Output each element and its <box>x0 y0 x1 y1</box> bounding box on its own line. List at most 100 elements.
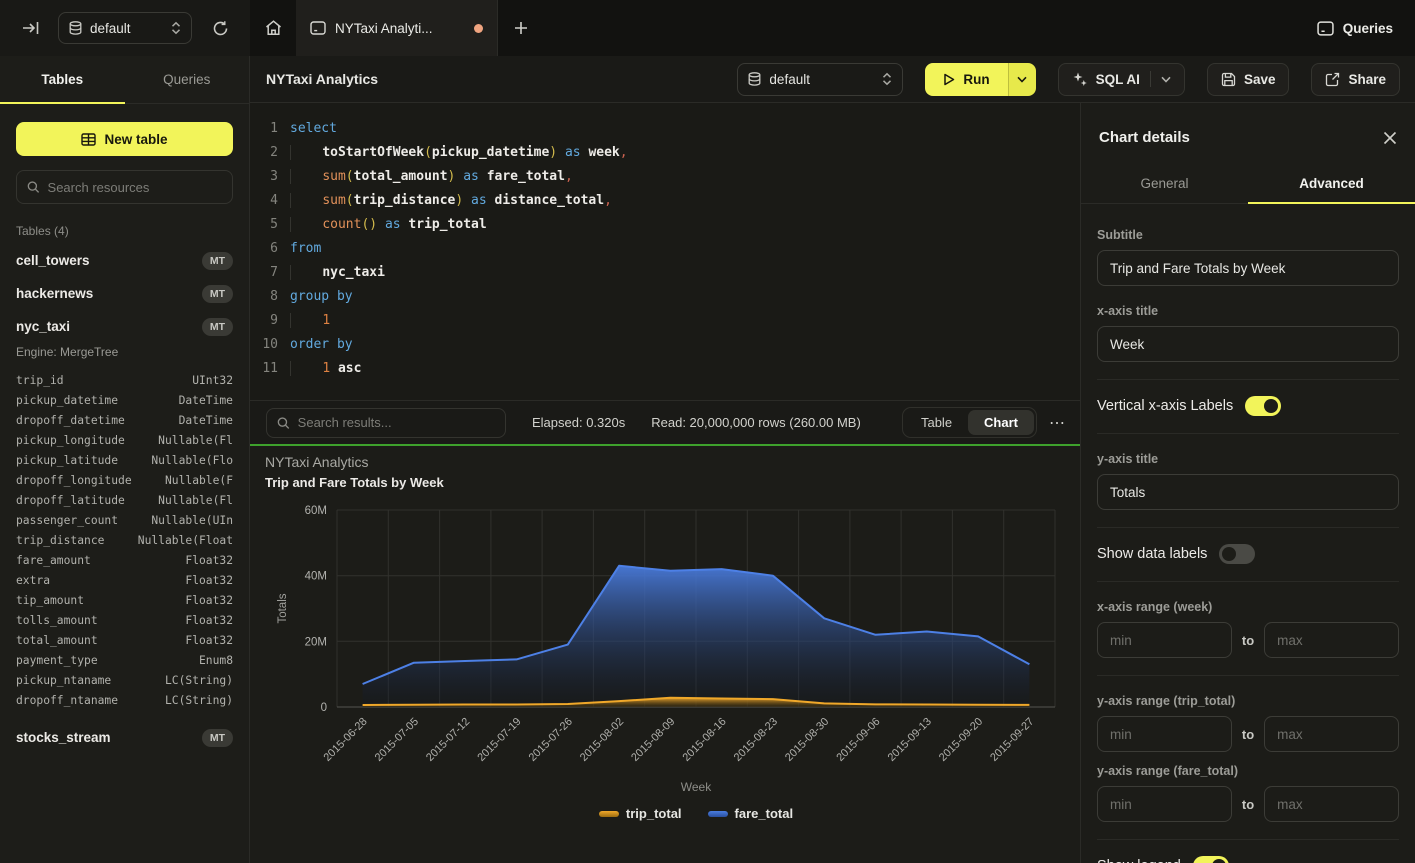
console-icon <box>1317 21 1334 36</box>
legend-label: fare_total <box>735 806 794 821</box>
section-divider <box>1097 675 1399 676</box>
line-code: sum(total_amount) as fare_total, <box>290 165 573 189</box>
sql-ai-button[interactable]: SQL AI <box>1058 63 1185 96</box>
line-number: 7 <box>250 261 278 285</box>
save-button-label: Save <box>1244 72 1276 87</box>
x-range-max-input[interactable] <box>1277 633 1386 648</box>
engine-badge: MT <box>202 285 233 303</box>
chart-plot[interactable]: Totals 020M40M60M2015-06-282015-07-05201… <box>250 446 1080 863</box>
svg-text:60M: 60M <box>305 505 327 517</box>
editor-line: 1select <box>250 117 1080 141</box>
x-axis-title-input[interactable] <box>1110 337 1386 352</box>
tab-nytaxi-analytics[interactable]: NYTaxi Analyti... <box>296 0 498 56</box>
column-type: Float32 <box>185 571 233 591</box>
column-type: UInt32 <box>192 371 233 391</box>
chart-details-panel: Chart details General Advanced Subtitle … <box>1080 103 1415 863</box>
refresh-icon <box>212 20 229 37</box>
line-code: 1 <box>290 309 330 333</box>
line-code: group by <box>290 285 353 309</box>
sql-editor[interactable]: 1select2 toStartOfWeek(pickup_datetime) … <box>250 103 1080 400</box>
chevron-down-icon[interactable] <box>1161 76 1171 83</box>
run-button[interactable]: Run <box>925 63 1007 96</box>
view-toggle-chart[interactable]: Chart <box>968 410 1034 435</box>
vertical-x-labels-label: Vertical x-axis Labels <box>1097 398 1233 414</box>
svg-text:2015-08-09: 2015-08-09 <box>629 716 677 764</box>
home-button[interactable] <box>250 0 296 56</box>
legend-item-fare_total[interactable]: fare_total <box>708 806 794 821</box>
table-name: cell_towers <box>16 253 202 268</box>
y-range-trip-max-input[interactable] <box>1277 727 1386 742</box>
table-columns: trip_idUInt32pickup_datetimeDateTimedrop… <box>0 367 249 721</box>
close-panel-button[interactable] <box>1383 131 1397 145</box>
view-toggle-table[interactable]: Table <box>905 410 968 435</box>
legend-item-trip_total[interactable]: trip_total <box>599 806 682 821</box>
column-type: DateTime <box>179 411 233 431</box>
column-type: DateTime <box>179 391 233 411</box>
sidebar-tab-queries[interactable]: Queries <box>125 56 250 103</box>
table-row[interactable]: nyc_taxiMT <box>0 310 249 343</box>
table-row[interactable]: hackernewsMT <box>0 277 249 310</box>
line-code: 1 asc <box>290 357 361 381</box>
sidebar: Tables Queries New table Tables (4) cell… <box>0 56 250 863</box>
y-axis-title-input[interactable] <box>1110 485 1386 500</box>
run-options-button[interactable] <box>1008 63 1036 96</box>
chart-legend: trip_total fare_total <box>337 806 1055 821</box>
database-icon <box>69 21 82 36</box>
sidebar-search-input[interactable] <box>48 180 222 195</box>
queries-button[interactable]: Queries <box>1317 21 1393 36</box>
top-bar: default NYTaxi Analyti... Queri <box>0 0 1415 56</box>
app-root: default NYTaxi Analyti... Queri <box>0 0 1415 863</box>
run-button-group: Run <box>925 63 1035 96</box>
y-axis-title-field-label: y-axis title <box>1097 452 1399 466</box>
sidebar-search[interactable] <box>16 170 233 204</box>
section-divider <box>1097 379 1399 380</box>
share-button[interactable]: Share <box>1311 63 1400 96</box>
chevron-up-down-icon <box>882 72 892 86</box>
show-legend-toggle[interactable] <box>1193 856 1229 863</box>
column-type: Float32 <box>185 591 233 611</box>
database-selector[interactable]: default <box>58 12 192 44</box>
table-row[interactable]: cell_towersMT <box>0 244 249 277</box>
svg-text:20M: 20M <box>305 636 327 648</box>
panel-tab-advanced[interactable]: Advanced <box>1248 164 1415 203</box>
section-divider <box>1097 839 1399 840</box>
column-type: Nullable(Fl <box>158 491 233 511</box>
engine-badge: MT <box>202 318 233 336</box>
show-data-labels-toggle[interactable] <box>1219 544 1255 564</box>
y-range-fare-max-input[interactable] <box>1277 797 1386 812</box>
panel-tab-general[interactable]: General <box>1081 164 1248 203</box>
column-row: pickup_latitudeNullable(Flo <box>16 451 233 471</box>
line-number: 8 <box>250 285 278 309</box>
vertical-x-labels-toggle[interactable] <box>1245 396 1281 416</box>
table-row[interactable]: stocks_streamMT <box>0 721 249 754</box>
y-range-trip-min-input[interactable] <box>1110 727 1219 742</box>
column-row: total_amountFloat32 <box>16 631 233 651</box>
collapse-sidebar-button[interactable] <box>16 14 44 42</box>
tab-strip: NYTaxi Analyti... <box>250 0 1317 56</box>
svg-text:2015-09-27: 2015-09-27 <box>988 716 1036 764</box>
column-name: dropoff_datetime <box>16 411 125 431</box>
new-table-button[interactable]: New table <box>16 122 233 156</box>
refresh-button[interactable] <box>206 14 234 42</box>
sidebar-tab-tables[interactable]: Tables <box>0 56 125 103</box>
y-range-fare-min-input[interactable] <box>1110 797 1219 812</box>
database-icon <box>748 72 761 87</box>
column-row: tip_amountFloat32 <box>16 591 233 611</box>
range-to-label: to <box>1242 727 1254 742</box>
column-name: trip_distance <box>16 531 104 551</box>
x-range-min-input[interactable] <box>1110 633 1219 648</box>
section-divider <box>1097 527 1399 528</box>
column-type: Nullable(Fl <box>158 431 233 451</box>
save-button[interactable]: Save <box>1207 63 1290 96</box>
editor-line: 8 group by <box>250 285 1080 309</box>
section-divider <box>1097 581 1399 582</box>
editor-line: 5 count() as trip_total <box>250 213 1080 237</box>
column-type: Nullable(Float <box>138 531 233 551</box>
results-search-input[interactable] <box>298 415 495 430</box>
column-type: Nullable(UIn <box>151 511 233 531</box>
subtitle-input[interactable] <box>1110 261 1386 276</box>
results-search[interactable] <box>266 408 506 438</box>
new-tab-button[interactable] <box>498 0 544 56</box>
more-options-icon[interactable]: ⋯ <box>1049 413 1066 433</box>
toolbar-database-selector[interactable]: default <box>737 63 903 96</box>
